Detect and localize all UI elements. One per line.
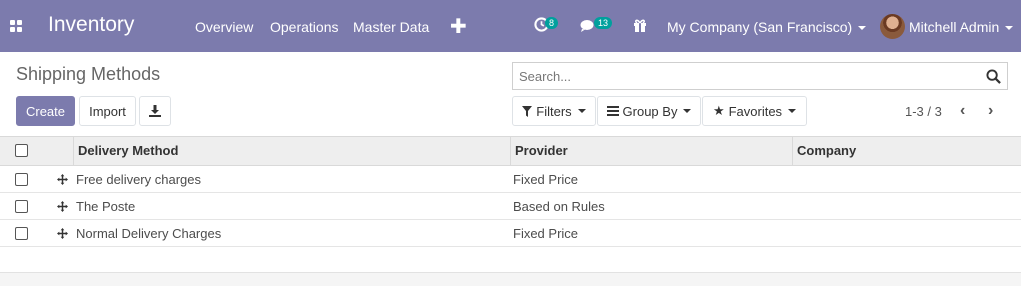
column-provider[interactable]: Provider <box>510 137 792 165</box>
table-row[interactable]: Normal Delivery Charges Fixed Price <box>0 220 1021 247</box>
breadcrumb: Shipping Methods <box>16 64 161 84</box>
row-checkbox[interactable] <box>15 200 28 213</box>
pager-value[interactable]: 1-3 / 3 <box>905 104 942 119</box>
column-delivery-method[interactable]: Delivery Method <box>73 137 510 165</box>
user-avatar[interactable] <box>880 14 905 39</box>
download-button[interactable] <box>139 96 171 126</box>
top-navbar: Inventory Overview Operations Master Dat… <box>0 0 1021 52</box>
favorites-button[interactable]: ★ Favorites <box>702 96 807 126</box>
menu-overview[interactable]: Overview <box>195 19 253 35</box>
delivery-method-cell: Normal Delivery Charges <box>76 226 222 241</box>
chevron-down-icon <box>788 109 797 113</box>
column-company[interactable]: Company <box>792 137 1021 165</box>
list-icon <box>606 106 619 116</box>
row-checkbox[interactable] <box>15 227 28 240</box>
favorites-label: Favorites <box>728 103 783 119</box>
row-checkbox[interactable] <box>15 173 28 186</box>
table-row[interactable]: The Poste Based on Rules <box>0 193 1021 220</box>
company-name: My Company (San Francisco) <box>667 19 853 35</box>
app-title[interactable]: Inventory <box>48 13 134 37</box>
star-icon: ★ <box>712 103 725 118</box>
group-by-label: Group By <box>622 103 678 119</box>
chevron-down-icon <box>858 26 867 31</box>
user-menu[interactable]: Mitchell Admin <box>909 19 1014 35</box>
table-footer <box>0 272 1021 286</box>
company-switcher[interactable]: My Company (San Francisco) <box>667 19 867 35</box>
pager-previous-icon[interactable]: ‹ <box>960 102 965 120</box>
provider-cell: Fixed Price <box>513 172 579 187</box>
select-all-checkbox[interactable] <box>15 144 28 157</box>
search-icon[interactable] <box>986 69 1001 84</box>
pager-next-icon[interactable]: › <box>988 102 993 120</box>
create-button[interactable]: Create <box>16 96 75 126</box>
filter-icon <box>522 105 533 117</box>
filters-button[interactable]: Filters <box>512 96 596 126</box>
search-bar <box>512 62 1008 90</box>
plus-icon[interactable]: ✚ <box>450 14 467 39</box>
chevron-down-icon <box>1005 26 1014 31</box>
table-row[interactable]: Free delivery charges Fixed Price <box>0 166 1021 193</box>
filters-label: Filters <box>536 103 572 119</box>
menu-master-data[interactable]: Master Data <box>353 19 429 35</box>
messages-count-badge: 13 <box>594 17 613 29</box>
drag-handle-icon[interactable] <box>57 228 68 239</box>
provider-cell: Based on Rules <box>513 199 605 214</box>
apps-menu-icon[interactable] <box>10 20 23 33</box>
download-icon <box>149 105 161 117</box>
table-header: Delivery Method Provider Company <box>0 136 1021 166</box>
provider-cell: Fixed Price <box>513 226 579 241</box>
gift-icon[interactable] <box>633 18 647 35</box>
delivery-method-cell: The Poste <box>76 199 136 214</box>
chevron-down-icon <box>577 109 586 113</box>
drag-handle-icon[interactable] <box>57 201 68 212</box>
delivery-method-cell: Free delivery charges <box>76 172 201 187</box>
group-by-button[interactable]: Group By <box>597 96 701 126</box>
shipping-methods-table: Delivery Method Provider Company Free de… <box>0 136 1021 247</box>
chevron-down-icon <box>683 109 692 113</box>
drag-handle-icon[interactable] <box>57 174 68 185</box>
user-name: Mitchell Admin <box>909 19 1000 35</box>
import-button[interactable]: Import <box>79 96 136 126</box>
search-input[interactable] <box>513 63 973 89</box>
activity-count-badge: 8 <box>545 17 559 29</box>
menu-operations[interactable]: Operations <box>270 19 338 35</box>
